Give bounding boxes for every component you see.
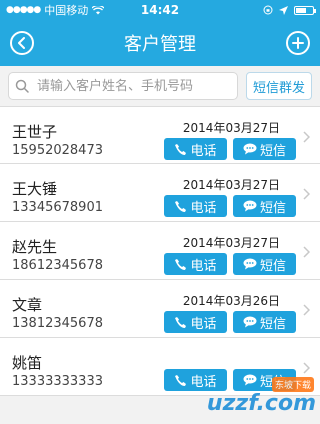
chevron-right-icon <box>303 131 310 143</box>
chat-bubble-icon <box>243 316 257 328</box>
location-arrow-icon <box>279 5 289 15</box>
phone-icon <box>175 316 187 328</box>
plus-icon <box>292 37 304 49</box>
row-actions: 电话 短信 <box>164 138 296 160</box>
status-time: 14:42 <box>140 3 180 17</box>
sms-label: 短信 <box>259 316 286 332</box>
customer-phone: 18612345678 <box>12 258 103 273</box>
search-input[interactable] <box>35 77 231 95</box>
chevron-right-icon <box>303 246 310 258</box>
watermark-text: uzzf.com <box>206 391 316 416</box>
customer-row[interactable]: 文章 13812345678 2014年03月26日 电话 短信 <box>0 280 320 338</box>
customer-row[interactable]: 赵先生 18612345678 2014年03月27日 电话 短信 <box>0 222 320 280</box>
customer-date: 2014年03月27日 <box>182 121 280 135</box>
battery-icon <box>294 5 317 15</box>
call-label: 电话 <box>190 258 217 274</box>
phone-icon <box>175 200 187 212</box>
customer-date: 2014年03月27日 <box>182 178 280 192</box>
customer-row[interactable]: 王大锤 13345678901 2014年03月27日 电话 短信 <box>0 164 320 222</box>
row-actions: 电话 短信 <box>164 195 296 217</box>
chat-bubble-icon <box>243 200 257 212</box>
sms-broadcast-button[interactable]: 短信群发 <box>245 72 312 100</box>
watermark-logo: uzzf.com 东坡下载 <box>206 377 316 416</box>
back-button[interactable] <box>10 31 34 55</box>
search-row: 短信群发 <box>0 66 320 106</box>
chat-bubble-icon <box>243 374 257 386</box>
call-button[interactable]: 电话 <box>164 369 227 391</box>
row-actions: 电话 短信 <box>164 311 296 333</box>
status-left: ●●●●● 中国移动 <box>6 2 109 18</box>
customer-row[interactable]: 王世子 15952028473 2014年03月27日 电话 短信 <box>0 106 320 164</box>
chat-bubble-icon <box>243 258 257 270</box>
customer-name: 王大锤 <box>12 180 58 198</box>
wifi-icon <box>92 5 105 14</box>
call-label: 电话 <box>190 143 217 159</box>
status-right <box>211 5 317 15</box>
customer-name: 赵先生 <box>12 238 58 256</box>
chevron-right-icon <box>303 304 310 316</box>
customer-phone: 15952028473 <box>12 143 103 158</box>
customer-name: 姚笛 <box>12 354 43 372</box>
phone-icon <box>175 258 187 270</box>
rotation-lock-icon <box>263 5 273 15</box>
chat-bubble-icon <box>243 143 257 155</box>
phone-icon <box>175 374 187 386</box>
chevron-right-icon <box>303 362 310 374</box>
sms-label: 短信 <box>259 200 286 216</box>
status-bar: ●●●●● 中国移动 14:42 <box>0 0 320 20</box>
customer-phone: 13345678901 <box>12 200 103 215</box>
nav-bar: 客户管理 <box>0 20 320 66</box>
customer-date: 2014年03月27日 <box>182 236 280 250</box>
call-label: 电话 <box>190 200 217 216</box>
search-icon <box>15 79 29 93</box>
call-label: 电话 <box>190 316 217 332</box>
sms-button[interactable]: 短信 <box>233 311 296 333</box>
customer-phone: 13333333333 <box>12 374 103 389</box>
page-title: 客户管理 <box>124 34 196 55</box>
carrier-label: 中国移动 <box>44 4 89 17</box>
sms-label: 短信 <box>259 258 286 274</box>
sms-button[interactable]: 短信 <box>233 138 296 160</box>
row-actions: 电话 短信 <box>164 253 296 275</box>
call-button[interactable]: 电话 <box>164 253 227 275</box>
chevron-left-icon <box>18 37 25 49</box>
phone-icon <box>175 143 187 155</box>
customer-date: 2014年03月26日 <box>182 294 280 308</box>
customer-list: 王世子 15952028473 2014年03月27日 电话 短信 王大锤 13… <box>0 106 320 396</box>
call-button[interactable]: 电话 <box>164 138 227 160</box>
search-box[interactable] <box>8 72 238 100</box>
customer-name: 王世子 <box>12 123 58 141</box>
sms-button[interactable]: 短信 <box>233 253 296 275</box>
customer-name: 文章 <box>12 296 43 314</box>
call-button[interactable]: 电话 <box>164 195 227 217</box>
watermark-badge: 东坡下载 <box>271 377 314 392</box>
add-customer-button[interactable] <box>286 31 310 55</box>
customer-phone: 13812345678 <box>12 316 103 331</box>
chevron-right-icon <box>303 188 310 200</box>
signal-icon: ●●●●● <box>6 5 41 15</box>
call-button[interactable]: 电话 <box>164 311 227 333</box>
battery-level <box>296 7 306 13</box>
sms-label: 短信 <box>259 143 286 159</box>
sms-button[interactable]: 短信 <box>233 195 296 217</box>
call-label: 电话 <box>190 374 217 390</box>
